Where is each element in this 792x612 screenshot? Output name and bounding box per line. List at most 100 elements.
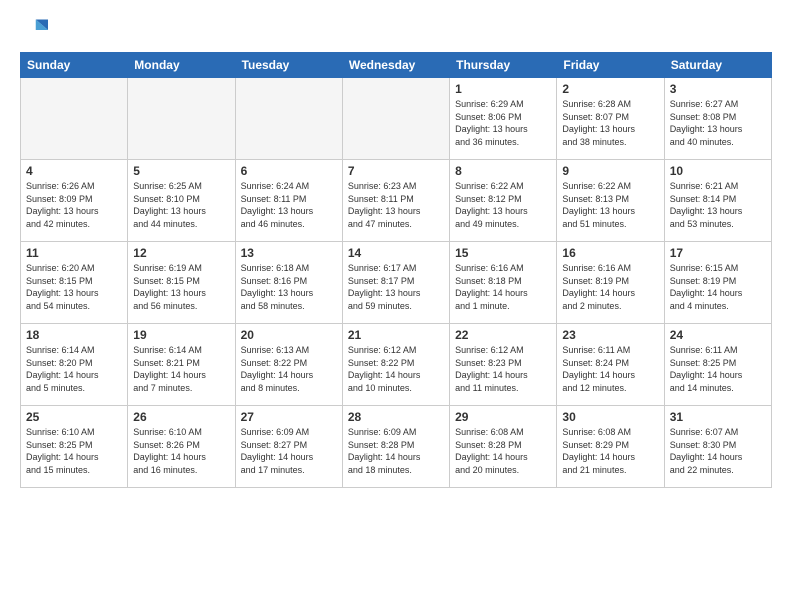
day-info: Sunrise: 6:10 AM Sunset: 8:26 PM Dayligh… [133, 426, 229, 476]
weekday-header-wednesday: Wednesday [342, 53, 449, 78]
day-info: Sunrise: 6:16 AM Sunset: 8:19 PM Dayligh… [562, 262, 658, 312]
day-number: 28 [348, 410, 444, 424]
calendar-cell: 17 Sunrise: 6:15 AM Sunset: 8:19 PM Dayli… [664, 242, 771, 324]
calendar-cell: 26 Sunrise: 6:10 AM Sunset: 8:26 PM Dayli… [128, 406, 235, 488]
calendar-cell: 10 Sunrise: 6:21 AM Sunset: 8:14 PM Dayli… [664, 160, 771, 242]
day-info: Sunrise: 6:23 AM Sunset: 8:11 PM Dayligh… [348, 180, 444, 230]
week-row-2: 11Sunrise: 6:20 AM Sunset: 8:15 PM Dayli… [21, 242, 772, 324]
calendar-cell: 22Sunrise: 6:12 AM Sunset: 8:23 PM Dayli… [450, 324, 557, 406]
calendar-cell: 27 Sunrise: 6:09 AM Sunset: 8:27 PM Dayli… [235, 406, 342, 488]
day-number: 19 [133, 328, 229, 342]
day-number: 30 [562, 410, 658, 424]
calendar-cell: 20 Sunrise: 6:13 AM Sunset: 8:22 PM Dayli… [235, 324, 342, 406]
calendar-cell: 9 Sunrise: 6:22 AM Sunset: 8:13 PM Daylig… [557, 160, 664, 242]
day-number: 3 [670, 82, 766, 96]
calendar-cell: 28 Sunrise: 6:09 AM Sunset: 8:28 PM Dayli… [342, 406, 449, 488]
day-number: 29 [455, 410, 551, 424]
day-info: Sunrise: 6:17 AM Sunset: 8:17 PM Dayligh… [348, 262, 444, 312]
day-number: 18 [26, 328, 122, 342]
page: SundayMondayTuesdayWednesdayThursdayFrid… [0, 0, 792, 612]
logo-icon [20, 16, 48, 44]
day-info: Sunrise: 6:09 AM Sunset: 8:27 PM Dayligh… [241, 426, 337, 476]
day-info: Sunrise: 6:16 AM Sunset: 8:18 PM Dayligh… [455, 262, 551, 312]
day-number: 10 [670, 164, 766, 178]
calendar-cell: 15 Sunrise: 6:16 AM Sunset: 8:18 PM Dayli… [450, 242, 557, 324]
calendar-cell: 18Sunrise: 6:14 AM Sunset: 8:20 PM Dayli… [21, 324, 128, 406]
calendar-cell: 7 Sunrise: 6:23 AM Sunset: 8:11 PM Daylig… [342, 160, 449, 242]
logo [20, 16, 52, 44]
day-info: Sunrise: 6:11 AM Sunset: 8:25 PM Dayligh… [670, 344, 766, 394]
calendar-cell: 11Sunrise: 6:20 AM Sunset: 8:15 PM Dayli… [21, 242, 128, 324]
day-number: 20 [241, 328, 337, 342]
day-number: 16 [562, 246, 658, 260]
day-info: Sunrise: 6:27 AM Sunset: 8:08 PM Dayligh… [670, 98, 766, 148]
calendar-cell: 5 Sunrise: 6:25 AM Sunset: 8:10 PM Daylig… [128, 160, 235, 242]
day-info: Sunrise: 6:24 AM Sunset: 8:11 PM Dayligh… [241, 180, 337, 230]
weekday-header-monday: Monday [128, 53, 235, 78]
calendar-cell: 31 Sunrise: 6:07 AM Sunset: 8:30 PM Dayli… [664, 406, 771, 488]
day-number: 9 [562, 164, 658, 178]
day-info: Sunrise: 6:13 AM Sunset: 8:22 PM Dayligh… [241, 344, 337, 394]
week-row-3: 18Sunrise: 6:14 AM Sunset: 8:20 PM Dayli… [21, 324, 772, 406]
calendar-cell: 23Sunrise: 6:11 AM Sunset: 8:24 PM Dayli… [557, 324, 664, 406]
calendar-cell: 12 Sunrise: 6:19 AM Sunset: 8:15 PM Dayli… [128, 242, 235, 324]
calendar-table: SundayMondayTuesdayWednesdayThursdayFrid… [20, 52, 772, 488]
weekday-header-saturday: Saturday [664, 53, 771, 78]
calendar-cell: 1Sunrise: 6:29 AM Sunset: 8:06 PM Daylig… [450, 78, 557, 160]
day-info: Sunrise: 6:15 AM Sunset: 8:19 PM Dayligh… [670, 262, 766, 312]
day-number: 31 [670, 410, 766, 424]
day-info: Sunrise: 6:22 AM Sunset: 8:13 PM Dayligh… [562, 180, 658, 230]
day-number: 21 [348, 328, 444, 342]
calendar-cell: 2Sunrise: 6:28 AM Sunset: 8:07 PM Daylig… [557, 78, 664, 160]
day-number: 5 [133, 164, 229, 178]
day-info: Sunrise: 6:18 AM Sunset: 8:16 PM Dayligh… [241, 262, 337, 312]
day-number: 26 [133, 410, 229, 424]
day-number: 27 [241, 410, 337, 424]
day-number: 15 [455, 246, 551, 260]
day-info: Sunrise: 6:09 AM Sunset: 8:28 PM Dayligh… [348, 426, 444, 476]
calendar-cell: 4Sunrise: 6:26 AM Sunset: 8:09 PM Daylig… [21, 160, 128, 242]
calendar-cell [21, 78, 128, 160]
day-info: Sunrise: 6:21 AM Sunset: 8:14 PM Dayligh… [670, 180, 766, 230]
calendar-cell: 19 Sunrise: 6:14 AM Sunset: 8:21 PM Dayli… [128, 324, 235, 406]
calendar-cell [342, 78, 449, 160]
header [20, 16, 772, 44]
day-number: 17 [670, 246, 766, 260]
day-info: Sunrise: 6:25 AM Sunset: 8:10 PM Dayligh… [133, 180, 229, 230]
day-info: Sunrise: 6:22 AM Sunset: 8:12 PM Dayligh… [455, 180, 551, 230]
day-info: Sunrise: 6:07 AM Sunset: 8:30 PM Dayligh… [670, 426, 766, 476]
calendar-cell [128, 78, 235, 160]
day-info: Sunrise: 6:29 AM Sunset: 8:06 PM Dayligh… [455, 98, 551, 148]
weekday-header-sunday: Sunday [21, 53, 128, 78]
day-info: Sunrise: 6:14 AM Sunset: 8:21 PM Dayligh… [133, 344, 229, 394]
weekday-header-tuesday: Tuesday [235, 53, 342, 78]
day-info: Sunrise: 6:28 AM Sunset: 8:07 PM Dayligh… [562, 98, 658, 148]
day-info: Sunrise: 6:12 AM Sunset: 8:23 PM Dayligh… [455, 344, 551, 394]
day-info: Sunrise: 6:10 AM Sunset: 8:25 PM Dayligh… [26, 426, 122, 476]
calendar-cell: 14 Sunrise: 6:17 AM Sunset: 8:17 PM Dayli… [342, 242, 449, 324]
day-info: Sunrise: 6:08 AM Sunset: 8:29 PM Dayligh… [562, 426, 658, 476]
calendar-cell [235, 78, 342, 160]
week-row-0: 1Sunrise: 6:29 AM Sunset: 8:06 PM Daylig… [21, 78, 772, 160]
day-number: 7 [348, 164, 444, 178]
calendar-cell: 21 Sunrise: 6:12 AM Sunset: 8:22 PM Dayli… [342, 324, 449, 406]
day-info: Sunrise: 6:19 AM Sunset: 8:15 PM Dayligh… [133, 262, 229, 312]
calendar-cell: 16 Sunrise: 6:16 AM Sunset: 8:19 PM Dayli… [557, 242, 664, 324]
day-number: 23 [562, 328, 658, 342]
day-number: 25 [26, 410, 122, 424]
day-info: Sunrise: 6:26 AM Sunset: 8:09 PM Dayligh… [26, 180, 122, 230]
weekday-header-thursday: Thursday [450, 53, 557, 78]
day-number: 12 [133, 246, 229, 260]
week-row-1: 4Sunrise: 6:26 AM Sunset: 8:09 PM Daylig… [21, 160, 772, 242]
day-info: Sunrise: 6:08 AM Sunset: 8:28 PM Dayligh… [455, 426, 551, 476]
calendar-cell: 29 Sunrise: 6:08 AM Sunset: 8:28 PM Dayli… [450, 406, 557, 488]
calendar-cell: 8Sunrise: 6:22 AM Sunset: 8:12 PM Daylig… [450, 160, 557, 242]
calendar-cell: 3 Sunrise: 6:27 AM Sunset: 8:08 PM Daylig… [664, 78, 771, 160]
calendar-cell: 24Sunrise: 6:11 AM Sunset: 8:25 PM Dayli… [664, 324, 771, 406]
day-number: 11 [26, 246, 122, 260]
calendar-cell: 30 Sunrise: 6:08 AM Sunset: 8:29 PM Dayli… [557, 406, 664, 488]
day-number: 14 [348, 246, 444, 260]
calendar-cell: 6Sunrise: 6:24 AM Sunset: 8:11 PM Daylig… [235, 160, 342, 242]
day-info: Sunrise: 6:12 AM Sunset: 8:22 PM Dayligh… [348, 344, 444, 394]
week-row-4: 25 Sunrise: 6:10 AM Sunset: 8:25 PM Dayli… [21, 406, 772, 488]
